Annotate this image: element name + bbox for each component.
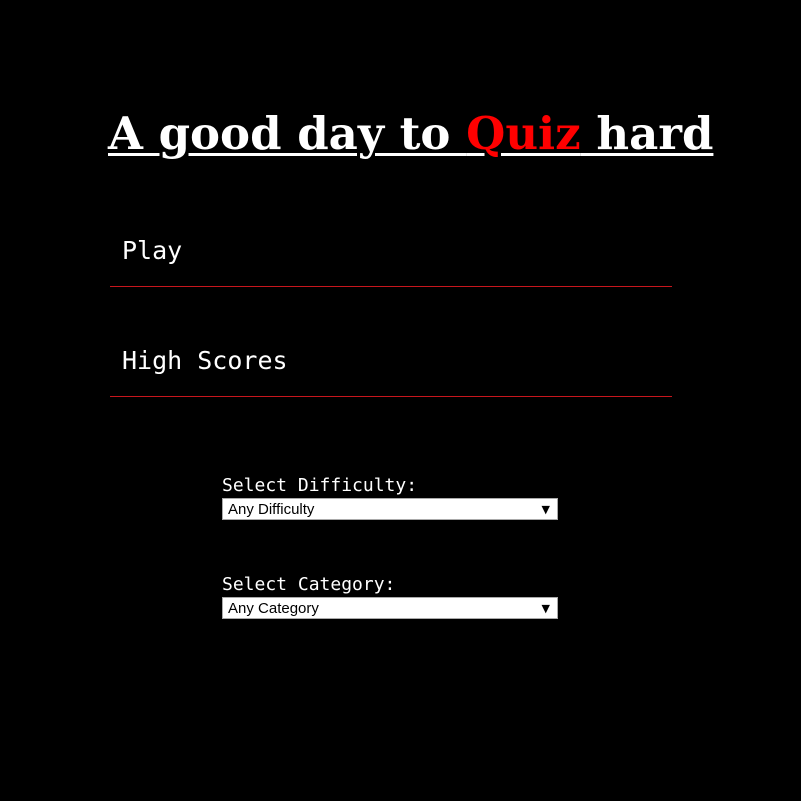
play-button[interactable]: Play (110, 226, 672, 287)
high-scores-label: High Scores (122, 346, 288, 375)
category-label: Select Category: (222, 574, 396, 595)
chevron-down-icon: ▼ (541, 503, 550, 516)
page-title: A good day to Quiz hard (108, 104, 713, 164)
play-label: Play (122, 236, 183, 265)
category-selected-value: Any Category (228, 600, 319, 617)
title-accent-word: Quiz (466, 107, 581, 160)
difficulty-label: Select Difficulty: (222, 475, 418, 496)
chevron-down-icon: ▼ (541, 602, 550, 615)
title-part-2: hard (580, 107, 714, 160)
high-scores-button[interactable]: High Scores (110, 336, 672, 397)
category-select[interactable]: Any Category ▼ (222, 597, 558, 619)
title-part-1: A good day to (108, 107, 467, 160)
difficulty-select[interactable]: Any Difficulty ▼ (222, 498, 558, 520)
difficulty-selected-value: Any Difficulty (228, 501, 315, 518)
quiz-home-page: A good day to Quiz hard Play High Scores… (0, 0, 801, 801)
